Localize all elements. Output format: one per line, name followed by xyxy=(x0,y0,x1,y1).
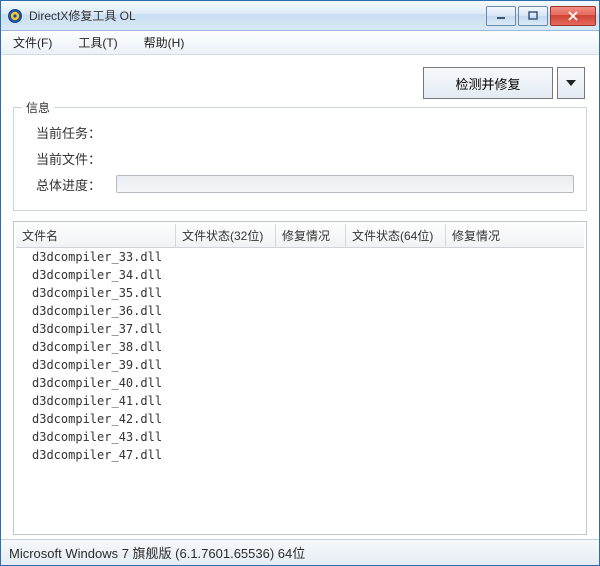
table-row[interactable]: d3dcompiler_38.dll xyxy=(16,338,584,356)
menu-file[interactable]: 文件(F) xyxy=(7,32,58,53)
filename-cell: d3dcompiler_43.dll xyxy=(16,430,176,444)
menu-tools[interactable]: 工具(T) xyxy=(72,32,123,53)
filename-cell: d3dcompiler_42.dll xyxy=(16,412,176,426)
filename-cell: d3dcompiler_38.dll xyxy=(16,340,176,354)
filename-cell: d3dcompiler_37.dll xyxy=(16,322,176,336)
menubar: 文件(F) 工具(T) 帮助(H) xyxy=(1,31,599,55)
table-row[interactable]: d3dcompiler_35.dll xyxy=(16,284,584,302)
column-status-64[interactable]: 文件状态(64位) xyxy=(346,224,446,247)
table-row[interactable]: d3dcompiler_41.dll xyxy=(16,392,584,410)
filename-cell: d3dcompiler_47.dll xyxy=(16,448,176,462)
current-task-label: 当前任务： xyxy=(36,123,116,142)
current-file-label: 当前文件： xyxy=(36,149,116,168)
current-file-row: 当前文件： xyxy=(26,146,574,170)
column-repair-2[interactable]: 修复情况 xyxy=(446,224,584,247)
file-list-header: 文件名 文件状态(32位) 修复情况 文件状态(64位) 修复情况 xyxy=(16,224,584,248)
app-window: DirectX修复工具 OL 文件(F) 工具(T) 帮助(H) 检测并修复 xyxy=(0,0,600,566)
table-row[interactable]: d3dcompiler_42.dll xyxy=(16,410,584,428)
table-row[interactable]: d3dcompiler_34.dll xyxy=(16,266,584,284)
table-row[interactable]: d3dcompiler_37.dll xyxy=(16,320,584,338)
action-dropdown-button[interactable] xyxy=(557,67,585,99)
column-filename[interactable]: 文件名 xyxy=(16,224,176,247)
close-button[interactable] xyxy=(550,6,596,26)
status-text: Microsoft Windows 7 旗舰版 (6.1.7601.65536)… xyxy=(9,543,305,562)
action-button-group: 检测并修复 xyxy=(423,67,585,99)
filename-cell: d3dcompiler_36.dll xyxy=(16,304,176,318)
table-row[interactable]: d3dcompiler_40.dll xyxy=(16,374,584,392)
client-area: 检测并修复 信息 当前任务： 当前文件： 总体进度： 文件名 文件状态(32 xyxy=(1,55,599,539)
window-controls xyxy=(486,6,596,26)
filename-cell: d3dcompiler_39.dll xyxy=(16,358,176,372)
table-row[interactable]: d3dcompiler_47.dll xyxy=(16,446,584,464)
column-repair-1[interactable]: 修复情况 xyxy=(276,224,346,247)
file-list-panel: 文件名 文件状态(32位) 修复情况 文件状态(64位) 修复情况 d3dcom… xyxy=(13,221,587,535)
window-title: DirectX修复工具 OL xyxy=(29,7,486,24)
menu-help[interactable]: 帮助(H) xyxy=(138,32,191,53)
action-row: 检测并修复 xyxy=(11,63,589,101)
minimize-button[interactable] xyxy=(486,6,516,26)
statusbar: Microsoft Windows 7 旗舰版 (6.1.7601.65536)… xyxy=(1,539,599,565)
file-list-body[interactable]: d3dcompiler_33.dll d3dcompiler_34.dll d3dc… xyxy=(16,248,584,532)
chevron-down-icon xyxy=(565,77,577,89)
column-status-32[interactable]: 文件状态(32位) xyxy=(176,224,276,247)
filename-cell: d3dcompiler_35.dll xyxy=(16,286,176,300)
filename-cell: d3dcompiler_40.dll xyxy=(16,376,176,390)
overall-progress-row: 总体进度： xyxy=(26,172,574,196)
detect-repair-button[interactable]: 检测并修复 xyxy=(423,67,553,99)
filename-cell: d3dcompiler_34.dll xyxy=(16,268,176,282)
overall-progress-label: 总体进度： xyxy=(36,175,116,194)
overall-progress-bar xyxy=(116,175,574,193)
current-task-row: 当前任务： xyxy=(26,120,574,144)
filename-cell: d3dcompiler_41.dll xyxy=(16,394,176,408)
info-legend: 信息 xyxy=(22,99,54,116)
app-icon xyxy=(7,8,23,24)
table-row[interactable]: d3dcompiler_33.dll xyxy=(16,248,584,266)
table-row[interactable]: d3dcompiler_36.dll xyxy=(16,302,584,320)
filename-cell: d3dcompiler_33.dll xyxy=(16,250,176,264)
table-row[interactable]: d3dcompiler_43.dll xyxy=(16,428,584,446)
titlebar[interactable]: DirectX修复工具 OL xyxy=(1,1,599,31)
info-groupbox: 信息 当前任务： 当前文件： 总体进度： xyxy=(13,107,587,211)
table-row[interactable]: d3dcompiler_39.dll xyxy=(16,356,584,374)
maximize-button[interactable] xyxy=(518,6,548,26)
